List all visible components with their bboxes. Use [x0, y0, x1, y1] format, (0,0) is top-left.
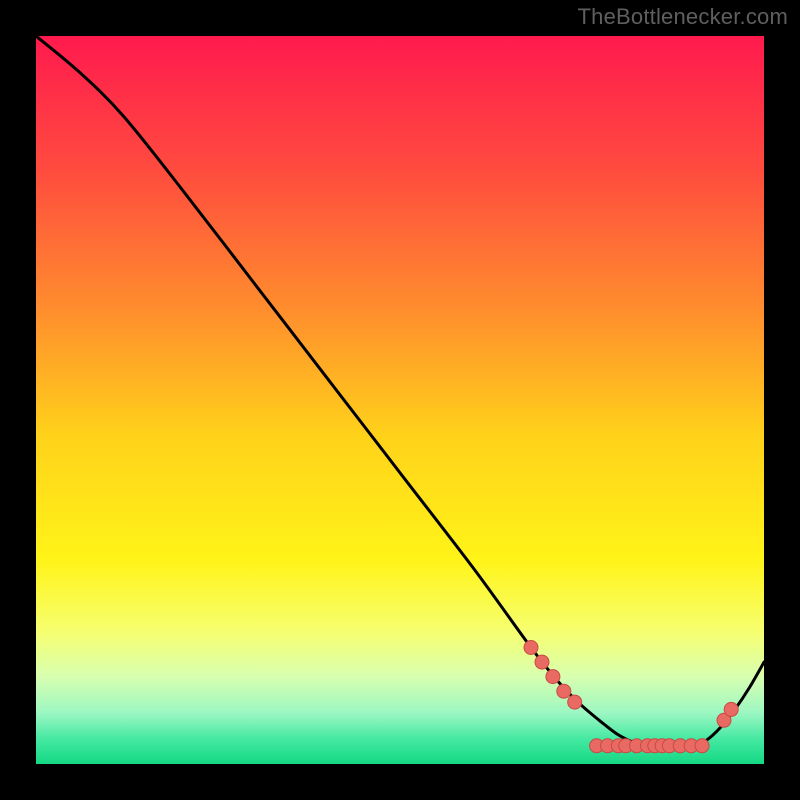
- data-marker: [695, 739, 709, 753]
- data-marker: [557, 684, 571, 698]
- bottleneck-plot: [36, 36, 764, 764]
- data-marker: [724, 702, 738, 716]
- gradient-background: [36, 36, 764, 764]
- plot-svg: [36, 36, 764, 764]
- data-marker: [546, 670, 560, 684]
- data-marker: [568, 695, 582, 709]
- chart-frame: TheBottlenecker.com: [0, 0, 800, 800]
- data-marker: [535, 655, 549, 669]
- data-marker: [524, 641, 538, 655]
- attribution-label: TheBottlenecker.com: [578, 4, 788, 30]
